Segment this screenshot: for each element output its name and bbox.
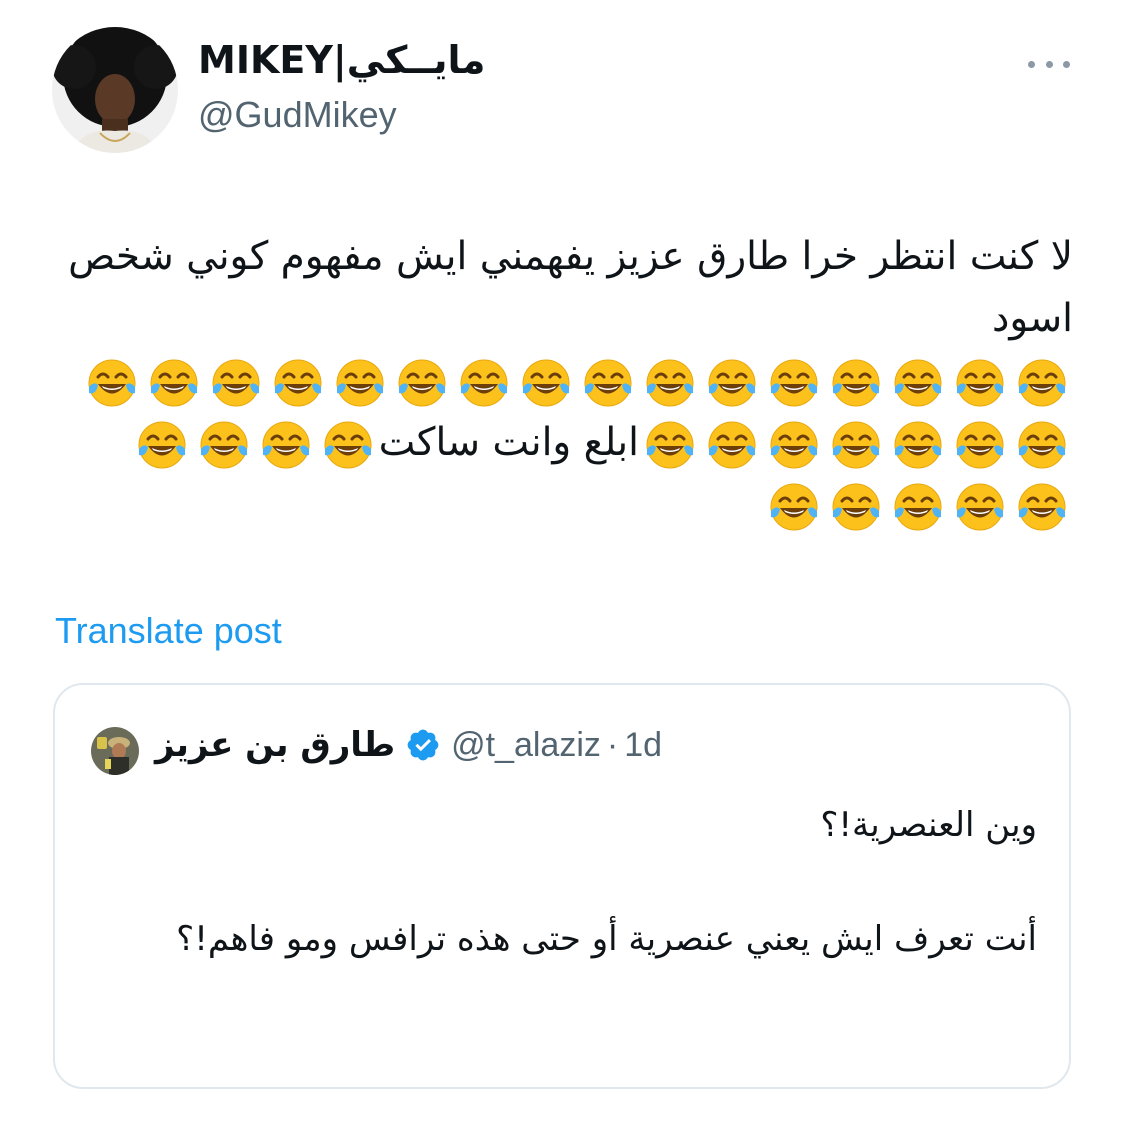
tears-of-joy-emoji-icon [954,419,1006,471]
quoted-author-avatar[interactable] [91,727,139,775]
author-avatar[interactable] [52,27,178,153]
tears-of-joy-emoji-icon [892,419,944,471]
tweet-inline-text: ابلع وانت ساكت [378,420,639,465]
tears-of-joy-emoji-icon [830,481,882,533]
profile-photo [52,27,178,153]
tears-of-joy-emoji-icon [148,357,200,409]
quoted-tweet-text: وين العنصرية!؟ أنت تعرف ايش يعني عنصرية … [91,795,1037,969]
verified-badge-icon [407,729,439,761]
tears-of-joy-emoji-icon [322,419,374,471]
tears-of-joy-emoji-icon [1016,481,1068,533]
tears-of-joy-emoji-icon [272,357,324,409]
more-horizontal-icon[interactable] [1028,52,1070,76]
quoted-author-handle[interactable]: @t_alaziz [451,726,601,765]
tears-of-joy-emoji-icon [520,357,572,409]
translate-post-link[interactable]: Translate post [55,610,282,652]
tears-of-joy-emoji-icon [706,419,758,471]
quoted-tweet-header: طارق بن عزيز @t_alaziz · 1d [155,725,662,765]
quoted-tweet-card[interactable]: طارق بن عزيز @t_alaziz · 1d وين العنصرية… [53,683,1071,1089]
tears-of-joy-emoji-icon [86,357,138,409]
tears-of-joy-emoji-icon [954,481,1006,533]
tears-of-joy-emoji-icon [396,357,448,409]
tears-of-joy-emoji-icon [892,357,944,409]
tears-of-joy-emoji-icon [1016,357,1068,409]
tears-of-joy-emoji-icon [768,481,820,533]
tears-of-joy-emoji-icon [644,357,696,409]
tears-of-joy-emoji-icon [706,357,758,409]
quoted-text-line: أنت تعرف ايش يعني عنصرية أو حتى هذه تراف… [176,919,1037,959]
tears-of-joy-emoji-icon [954,357,1006,409]
tears-of-joy-emoji-icon [1016,419,1068,471]
tears-of-joy-emoji-icon [458,357,510,409]
emoji-row-3 [55,474,1073,536]
more-dot [1028,60,1035,68]
tears-of-joy-emoji-icon [830,357,882,409]
emoji-row-1 [55,350,1073,412]
quoted-author-name[interactable]: طارق بن عزيز [155,725,395,765]
tears-of-joy-emoji-icon [644,419,696,471]
tears-of-joy-emoji-icon [198,419,250,471]
more-dot [1063,60,1070,68]
tears-of-joy-emoji-icon [768,357,820,409]
quoted-text-line: وين العنصرية!؟ [820,805,1037,845]
tears-of-joy-emoji-icon [830,419,882,471]
emoji-row-2: ابلع وانت ساكت [55,412,1073,474]
profile-photo [91,727,139,775]
author-handle[interactable]: @GudMikey [198,94,397,136]
separator-dot: · [606,725,619,764]
tears-of-joy-emoji-icon [768,419,820,471]
tears-of-joy-emoji-icon [892,481,944,533]
more-dot [1045,60,1053,68]
tweet-text: لا كنت انتظر خرا طارق عزيز يفهمني ايش مف… [55,226,1073,536]
tears-of-joy-emoji-icon [136,419,188,471]
author-display-name[interactable]: MIKEY|مايــكي [198,38,485,82]
quoted-tweet-timestamp[interactable]: 1d [624,726,662,765]
tears-of-joy-emoji-icon [582,357,634,409]
tears-of-joy-emoji-icon [334,357,386,409]
tweet-text-line: لا كنت انتظر خرا طارق عزيز يفهمني ايش مف… [68,234,1073,341]
tears-of-joy-emoji-icon [210,357,262,409]
tears-of-joy-emoji-icon [260,419,312,471]
